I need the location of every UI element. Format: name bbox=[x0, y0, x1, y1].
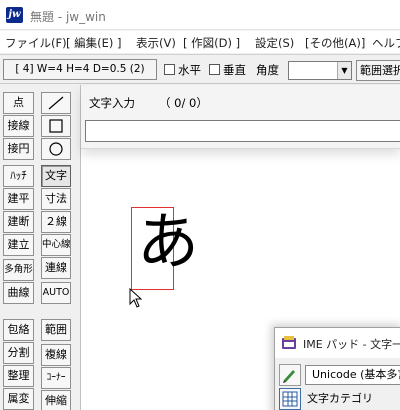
tool-corner[interactable]: ｺｰﾅｰ bbox=[41, 367, 71, 389]
ime-pad-window: IME パッド - 文字一覧 Unicode (基本多言語面) 文字カテゴリ bbox=[274, 327, 400, 410]
tool-circle[interactable] bbox=[41, 138, 71, 160]
tool-auto[interactable]: AUTO bbox=[41, 282, 71, 304]
tool-center-line[interactable]: 中心線 bbox=[41, 234, 71, 256]
tool-extend[interactable]: 伸縮 bbox=[41, 390, 71, 410]
circle-icon bbox=[49, 142, 63, 156]
charset-combobox[interactable]: Unicode (基本多言語面) bbox=[305, 365, 400, 385]
tool-palette: 点 接線 接円 ﾊｯﾁ 建平 建断 建立 多角形 曲線 包絡 分割 整理 属変 … bbox=[0, 85, 80, 410]
text-preview-glyph: あ bbox=[137, 205, 200, 278]
tool-attribute-change[interactable]: 属変 bbox=[3, 388, 34, 410]
tool-double-line[interactable]: ２線 bbox=[41, 211, 71, 233]
tool-range[interactable]: 範囲 bbox=[41, 319, 71, 341]
jw-app-icon: jw bbox=[6, 7, 23, 23]
menu-help[interactable]: ヘルプ bbox=[372, 35, 400, 51]
vertical-label: 垂直 bbox=[223, 63, 246, 77]
tool-rectangle[interactable] bbox=[41, 115, 71, 137]
menu-view[interactable]: 表示(V) bbox=[136, 35, 176, 51]
tool-hatch[interactable]: ﾊｯﾁ bbox=[3, 165, 34, 187]
layer-settings-button[interactable]: [ 4] W=4 H=4 D=0.5 (2) bbox=[3, 59, 157, 80]
menu-edit[interactable]: [ 編集(E) ] bbox=[66, 35, 122, 51]
title-bar: jw 無題 - jw_win bbox=[0, 0, 400, 30]
menu-settings[interactable]: 設定(S) bbox=[255, 35, 294, 51]
character-grid-icon bbox=[282, 391, 298, 407]
tool-text[interactable]: 文字 bbox=[41, 165, 71, 187]
tool-tangent[interactable]: 接線 bbox=[3, 115, 34, 137]
tool-section[interactable]: 建断 bbox=[3, 211, 34, 233]
ime-pad-mode-buttons bbox=[279, 362, 301, 410]
tool-organize[interactable]: 整理 bbox=[3, 365, 34, 387]
character-list-mode-button[interactable] bbox=[279, 388, 301, 410]
menu-draw[interactable]: [ 作図(D) ] bbox=[183, 35, 240, 51]
tool-point[interactable]: 点 bbox=[3, 92, 34, 114]
chevron-down-icon[interactable]: ▼ bbox=[337, 62, 351, 79]
tool-line[interactable] bbox=[41, 92, 71, 114]
range-select-button[interactable]: 範囲選択 bbox=[356, 60, 400, 81]
horizontal-label: 水平 bbox=[178, 63, 201, 77]
ime-pad-title: IME パッド - 文字一覧 bbox=[303, 338, 400, 351]
text-input-label: 文字入力 bbox=[89, 96, 135, 110]
window-title: 無題 - jw_win bbox=[30, 10, 106, 24]
handwriting-mode-button[interactable] bbox=[279, 364, 301, 386]
tool-dimension[interactable]: 寸法 bbox=[41, 188, 71, 210]
rectangle-icon bbox=[49, 119, 63, 133]
tool-continuous-line[interactable]: 連線 bbox=[41, 257, 71, 279]
tool-envelope[interactable]: 包絡 bbox=[3, 319, 34, 341]
text-input-panel: 文字入力 （ 0/ 0） bbox=[81, 85, 400, 149]
angle-label: 角度 bbox=[256, 63, 279, 77]
ime-pad-icon bbox=[282, 336, 296, 349]
tool-polygon[interactable]: 多角形 bbox=[3, 259, 34, 281]
tool-plan[interactable]: 建平 bbox=[3, 188, 34, 210]
ime-pad-titlebar[interactable]: IME パッド - 文字一覧 bbox=[275, 328, 400, 358]
text-input-field[interactable] bbox=[85, 120, 400, 142]
character-category-label: 文字カテゴリ bbox=[307, 392, 373, 405]
tool-divide[interactable]: 分割 bbox=[3, 342, 34, 364]
menu-bar: ファイル(F) [ 編集(E) ] 表示(V) [ 作図(D) ] 設定(S) … bbox=[0, 31, 400, 53]
tool-curve[interactable]: 曲線 bbox=[3, 282, 34, 304]
vertical-checkbox[interactable] bbox=[209, 64, 220, 75]
mouse-pointer-icon bbox=[129, 288, 143, 308]
menu-file[interactable]: ファイル(F) bbox=[5, 35, 67, 51]
tool-tangent-circle[interactable]: 接円 bbox=[3, 138, 34, 160]
toolbar: [ 4] W=4 H=4 D=0.5 (2) 水平 垂直 角度 ▼ 範囲選択 bbox=[0, 54, 400, 84]
angle-combobox[interactable]: ▼ bbox=[288, 61, 352, 80]
tool-parallel-line[interactable]: 複線 bbox=[41, 344, 71, 366]
line-icon bbox=[48, 96, 64, 110]
horizontal-checkbox[interactable] bbox=[164, 64, 175, 75]
tool-elevation[interactable]: 建立 bbox=[3, 234, 34, 256]
menu-other[interactable]: [その他(A)] bbox=[305, 35, 365, 51]
pen-icon bbox=[283, 370, 295, 383]
text-input-count: （ 0/ 0） bbox=[159, 96, 208, 110]
